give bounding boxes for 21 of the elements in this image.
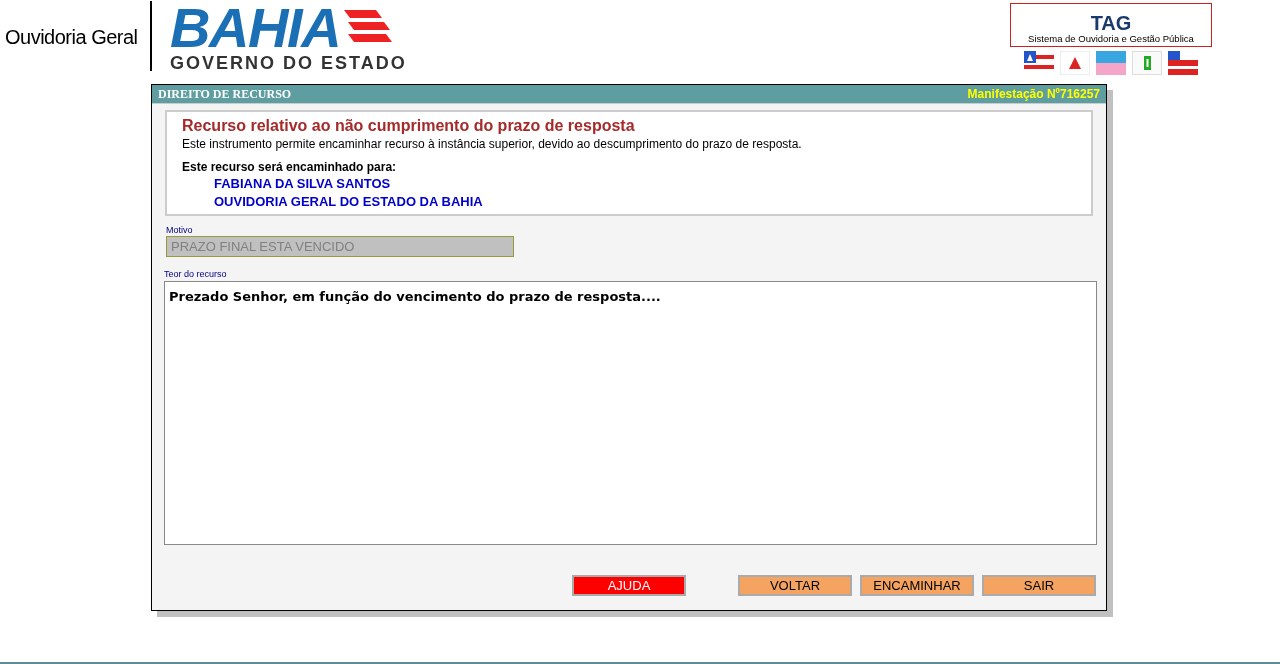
info-description: Este instrumento permite encaminhar recurso à instância superior, devido ao descumprimento do prazo de resposta. xyxy=(182,137,803,152)
bahia-logo: BAHIA GOVERNO DO ESTADO xyxy=(170,2,408,72)
page-title: Ouvidoria Geral xyxy=(4,25,139,50)
info-heading: Recurso relativo ao não cumprimento do prazo de resposta xyxy=(182,116,636,136)
tag-logo: TAG Sistema de Ouvidoria e Gestão Pública xyxy=(1010,3,1212,47)
recipient-name: OUVIDORIA GERAL DO ESTADO DA BAHIA xyxy=(214,193,484,211)
action-button[interactable]: ENCAMINHAR xyxy=(860,574,974,596)
recipients-label: Este recurso será encaminhado para: xyxy=(182,160,398,175)
recipient-name: FABIANA DA SILVA SANTOS xyxy=(214,175,392,193)
flag-icon xyxy=(1060,51,1090,75)
teor-textarea[interactable]: Prezado Senhor, em função do vencimento do prazo de resposta.... xyxy=(164,280,1097,545)
flag-icon xyxy=(1132,51,1162,75)
field-label: Teor do recurso xyxy=(164,269,228,281)
help-button[interactable]: AJUDA xyxy=(572,574,686,596)
flag-icon xyxy=(1096,51,1126,75)
field-label: Motivo xyxy=(166,225,194,237)
action-button[interactable]: SAIR xyxy=(982,574,1096,596)
manifestation-number: Manifestação Nº716257 xyxy=(967,86,1100,103)
flag-icon xyxy=(1168,51,1198,75)
action-button[interactable]: VOLTAR xyxy=(738,574,852,596)
panel-title: DIREITO DE RECURSO xyxy=(158,86,292,103)
